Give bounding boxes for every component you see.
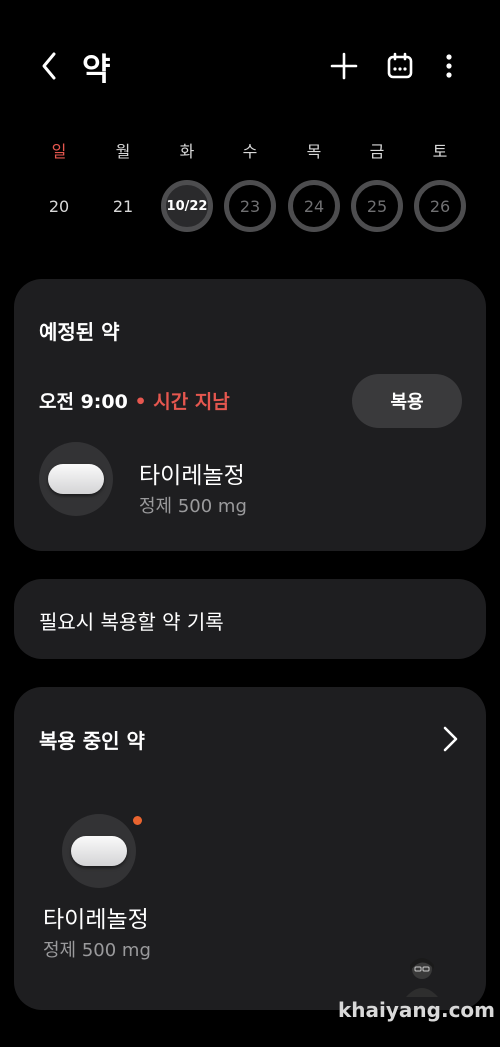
chevron-right-icon [443,726,458,752]
day-name: 목 [306,142,322,161]
app-bar: 약 [0,0,500,135]
week-strip: 일 20 월 21 화 10/22 수 23 목 24 금 25 토 26 [0,140,500,250]
day-sun[interactable]: 일 20 [30,140,88,232]
day-tue-today[interactable]: 화 10/22 [158,140,216,232]
day-name: 화 [179,142,195,161]
day-number: 23 [224,180,276,232]
day-name: 토 [432,142,448,161]
day-number: 20 [48,196,70,216]
overdue-status: • 시간 지남 [134,391,230,413]
medicine-thumbnail[interactable] [62,814,136,888]
calendar-icon [387,52,413,79]
day-number: 10/22 [161,180,213,232]
notification-dot [133,816,142,825]
day-number: 24 [288,180,340,232]
day-fri[interactable]: 금 25 [348,140,406,232]
medicine-thumbnail[interactable] [39,442,113,516]
watermark-text: khaiyang.com [338,998,496,1022]
pill-icon [48,464,104,494]
more-options-button[interactable] [436,50,462,82]
medicine-name[interactable]: 타이레놀정 [139,456,245,490]
back-arrow-icon [42,52,56,80]
day-name: 일 [51,142,67,161]
plus-icon [330,52,358,80]
page-title: 약 [82,52,111,88]
day-sat[interactable]: 토 26 [411,140,469,232]
day-thu[interactable]: 목 24 [285,140,343,232]
see-all-button[interactable] [438,724,462,754]
card-title: 예정된 약 [39,320,120,344]
day-name: 수 [242,142,258,161]
day-number: 26 [414,180,466,232]
medicine-name[interactable]: 타이레놀정 [43,900,149,934]
more-vert-icon [446,54,452,78]
take-button[interactable]: 복용 [352,374,462,428]
as-needed-record-button[interactable]: 필요시 복용할 약 기록 [14,579,486,659]
day-number: 21 [112,196,134,216]
day-name: 월 [115,142,131,161]
medicine-detail: 정제 500 mg [139,496,247,517]
scheduled-medicine-card: 예정된 약 오전 9:00 • 시간 지남 복용 타이레놀정 정제 500 mg [14,279,486,551]
watermark-avatar [400,953,444,997]
dose-time-row: 오전 9:00 • 시간 지남 [39,387,230,414]
calendar-button[interactable] [384,50,416,82]
pill-icon [71,836,127,866]
day-name: 금 [369,142,385,161]
back-button[interactable] [34,48,64,84]
add-button[interactable] [328,50,360,82]
day-number: 25 [351,180,403,232]
day-wed[interactable]: 수 23 [221,140,279,232]
dose-time: 오전 9:00 [39,391,128,413]
card-title: 복용 중인 약 [39,729,145,753]
as-needed-label: 필요시 복용할 약 기록 [39,610,224,634]
medicine-detail: 정제 500 mg [43,940,151,961]
day-mon[interactable]: 월 21 [94,140,152,232]
